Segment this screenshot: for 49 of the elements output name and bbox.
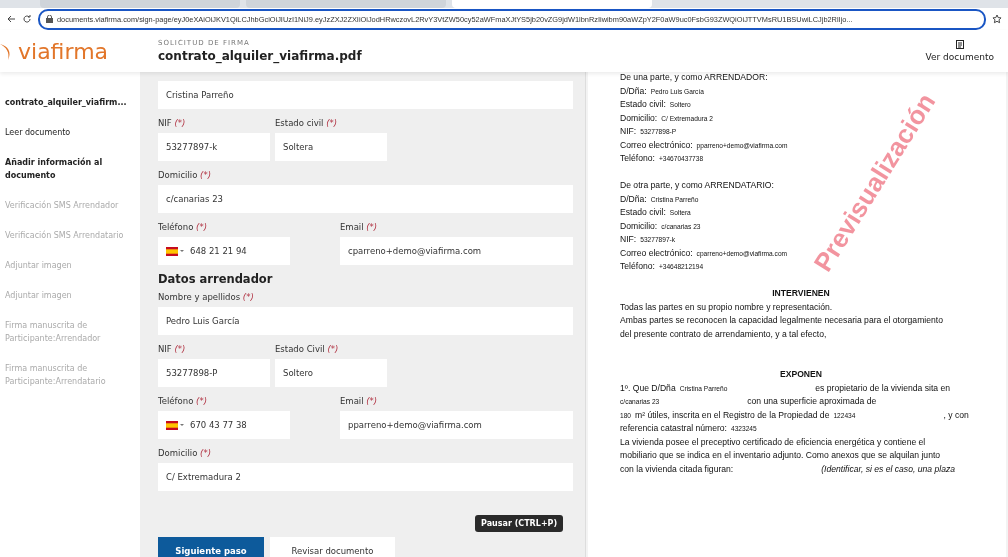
logo-text: viafirma (18, 38, 109, 64)
back-icon[interactable] (6, 14, 16, 24)
field-label: Teléfono (*) (158, 396, 208, 407)
document-line: La vivienda posee el preceptivo certificado de eficiencia energética y contiene el (620, 436, 927, 449)
next-step-button[interactable]: Siguiente paso (158, 537, 264, 557)
review-document-button[interactable]: Revisar documento (270, 537, 395, 557)
field-label: Email (*) (340, 222, 379, 233)
spain-flag-icon (166, 420, 184, 430)
input-field[interactable]: 53277898-P (158, 359, 270, 387)
document-heading: INTERVIENEN (771, 288, 831, 300)
spain-flag-icon (166, 246, 184, 256)
field-label: Domicilio (*) (158, 170, 212, 181)
field-label: Domicilio (*) (158, 448, 212, 459)
phone-field[interactable]: 670 43 77 38 (158, 411, 290, 439)
star-icon[interactable] (992, 14, 1002, 24)
sidebar-item[interactable]: contrato_alquiler_viafirm... (5, 96, 137, 109)
document-line: Ambas partes se reconocen la capacidad legalmente necesaria para el otorgamiento (620, 315, 944, 327)
field-label: Email (*) (340, 396, 379, 407)
input-field[interactable]: pparreno+demo@viafirma.com (340, 411, 573, 439)
view-document-button[interactable]: Ver documento (911, 40, 1008, 62)
document-line: mobiliario que se indica en el inventario adjunto. Como anexos que se alquilan junto (620, 450, 942, 462)
document-line: Todas las partes en su propio nombre y representación. (620, 301, 834, 314)
input-field[interactable]: C/ Extremadura 2 (158, 463, 573, 491)
input-field[interactable]: c/canarias 23 (158, 185, 573, 213)
section-heading: Datos arrendador (158, 272, 274, 286)
field-label: Nombre y apellidos (*) (158, 292, 255, 303)
lock-icon (46, 15, 53, 23)
input-field[interactable]: Cristina Parreño (158, 81, 573, 109)
document-line: con la vivienda citada figuran: (Identificar, si es el caso, una plaza (620, 463, 956, 476)
tooltip: Pausar (CTRL+P) (475, 515, 564, 532)
input-field[interactable]: Pedro Luis García (158, 307, 573, 335)
field-label: NIF (*) (158, 118, 187, 129)
phone-field[interactable]: 648 21 21 94 (158, 237, 290, 265)
field-label: NIF (*) (158, 344, 187, 355)
document-heading: EXPONEN (779, 369, 823, 381)
sidebar-item[interactable]: Leer documento (5, 126, 133, 139)
document-title: contrato_alquiler_viafirma.pdf (158, 49, 363, 63)
document-icon (955, 40, 964, 49)
input-field[interactable]: Soltera (275, 133, 387, 161)
input-field[interactable]: Soltero (275, 359, 387, 387)
field-label: Estado civil (*) (275, 118, 339, 129)
sidebar-item[interactable]: Añadir información al documento (5, 156, 133, 182)
document-line: del presente contrato de arrendamiento, y a tal efecto, (620, 328, 828, 341)
document-line: De una parte, y como ARRENDADOR: (620, 72, 769, 84)
field-label: Teléfono (*) (158, 222, 208, 233)
input-field[interactable]: cparreno+demo@viafirma.com (340, 237, 573, 265)
reload-icon[interactable] (22, 14, 32, 24)
input-field[interactable]: 53277897-k (158, 133, 270, 161)
field-label: Estado Civil (*) (275, 344, 340, 355)
